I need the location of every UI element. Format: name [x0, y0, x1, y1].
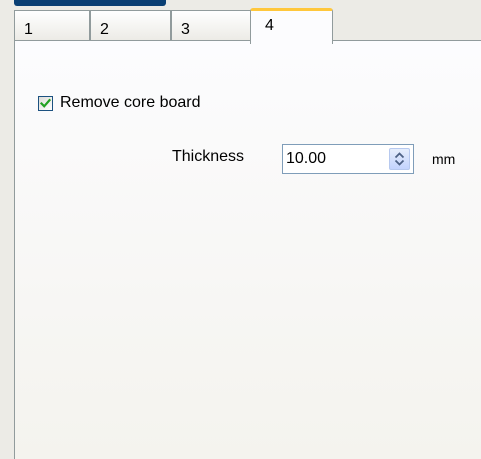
tab-3[interactable]: 3 [171, 10, 251, 40]
thickness-input[interactable] [286, 148, 381, 170]
thickness-unit: mm [432, 151, 456, 167]
remove-core-board-option[interactable]: Remove core board [38, 94, 201, 112]
tab-4[interactable]: 4 [250, 8, 333, 44]
remove-core-board-checkbox[interactable] [38, 95, 53, 111]
thickness-spinner-button[interactable] [389, 148, 410, 170]
tab-1[interactable]: 1 [14, 10, 90, 40]
remove-core-board-label: Remove core board [60, 94, 201, 111]
window-accent-bar [14, 0, 166, 6]
spinner-arrows-icon [394, 152, 405, 166]
thickness-label: Thickness [172, 148, 245, 165]
tab-2[interactable]: 2 [90, 10, 171, 40]
thickness-spinbox[interactable] [282, 144, 414, 174]
check-icon [40, 98, 51, 108]
